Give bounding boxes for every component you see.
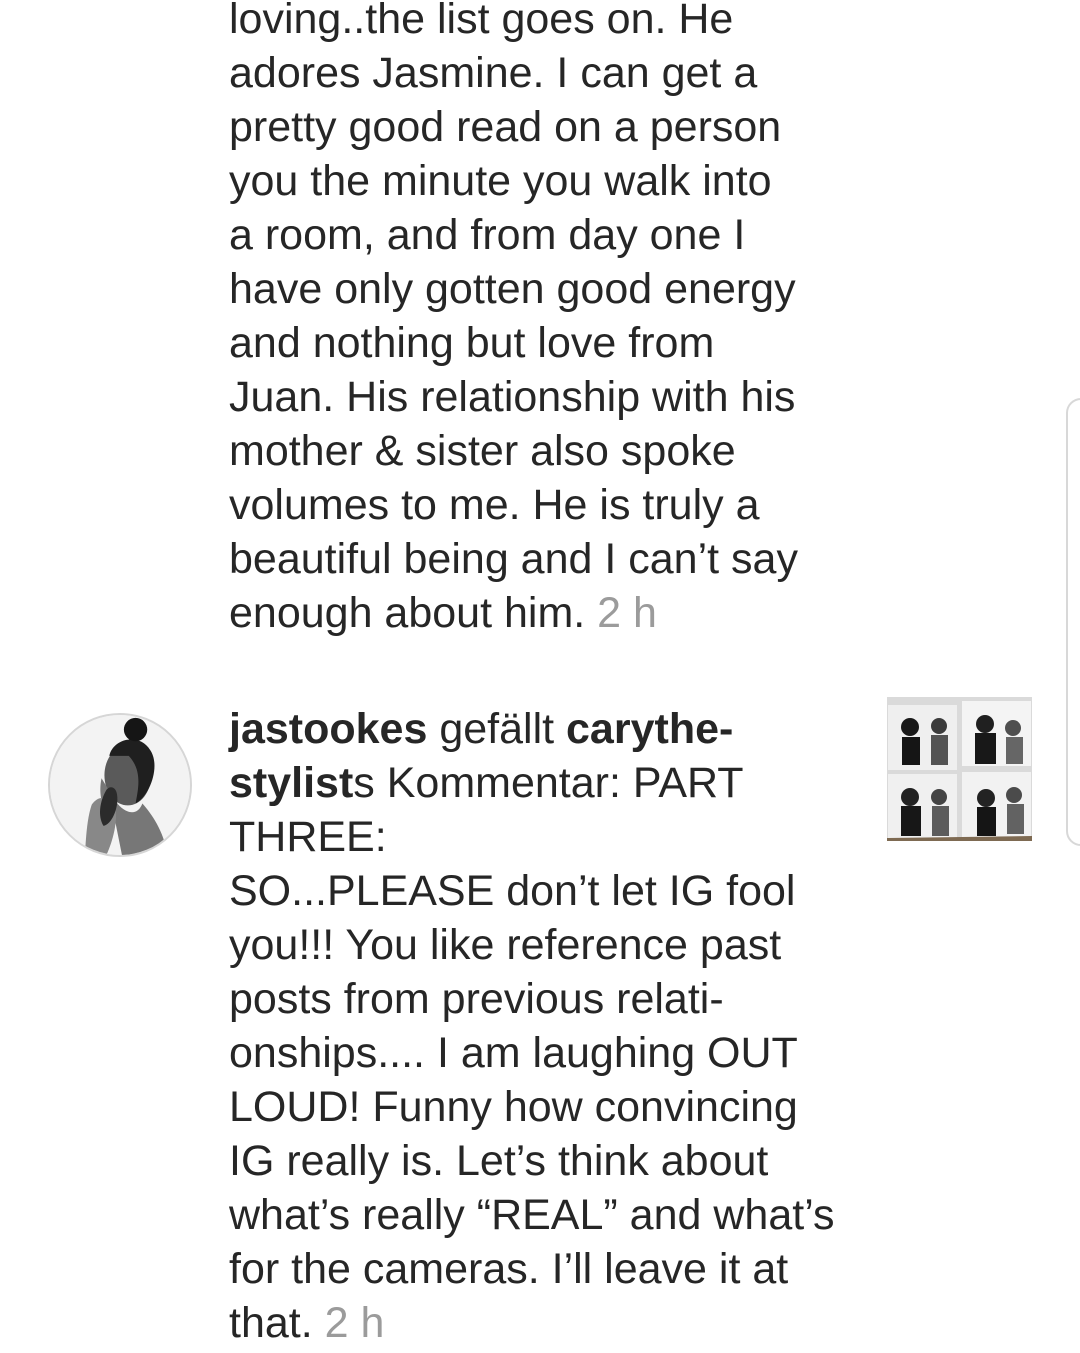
activity-like-text: jastookes gefällt carythe- stylists Komm… (229, 702, 869, 1350)
timestamp: 2 h (597, 589, 657, 637)
activity-action-text: gefällt (427, 705, 567, 753)
username-link[interactable]: jastookes (229, 705, 427, 753)
post-thumbnail[interactable] (887, 697, 1032, 841)
photobooth-thumbnail-image (887, 697, 1032, 841)
timestamp: 2 h (324, 1299, 385, 1347)
comment-text-continuation: loving..the list goes on. He adores Jasm… (229, 0, 869, 640)
scrollbar-handle[interactable] (1066, 398, 1080, 846)
comment-suffix-text: s Kommentar: PART THREE: SO...PLEASE don… (229, 759, 835, 1347)
avatar-image (50, 715, 190, 855)
avatar[interactable] (48, 713, 192, 857)
comment-body: loving..the list goes on. He adores Jasm… (229, 0, 798, 637)
activity-feed: loving..the list goes on. He adores Jasm… (0, 0, 1080, 1353)
